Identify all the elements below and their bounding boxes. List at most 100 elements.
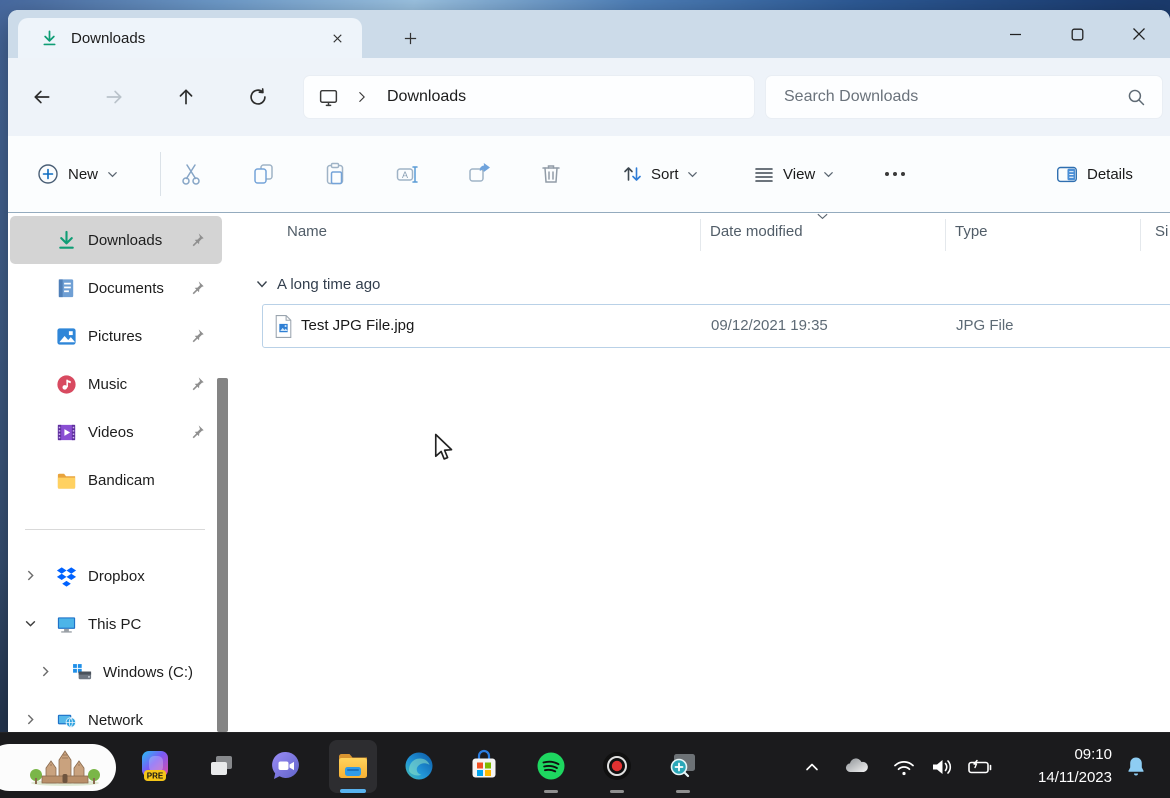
refresh-button[interactable]	[240, 80, 276, 114]
column-header-type[interactable]: Type	[955, 223, 988, 240]
spotify-icon[interactable]	[531, 746, 571, 786]
volume-icon[interactable]	[926, 752, 958, 782]
search-icon[interactable]	[1127, 88, 1146, 107]
folder-icon	[55, 469, 78, 492]
notification-bell-icon[interactable]	[1120, 752, 1152, 782]
rename-button[interactable]: A	[385, 152, 429, 196]
edge-icon[interactable]	[399, 746, 439, 786]
sidebar-item-label: Documents	[88, 279, 164, 297]
sidebar-item-label: Pictures	[88, 327, 143, 345]
file-explorer-active-indicator	[340, 789, 366, 793]
chevron-down-icon	[686, 168, 699, 181]
column-separator[interactable]	[945, 219, 946, 251]
file-name[interactable]: Test JPG File.jpg	[301, 317, 414, 334]
chevron-right-icon[interactable]	[39, 665, 52, 678]
group-header[interactable]: A long time ago	[255, 270, 380, 298]
column-header-date-modified[interactable]: Date modified	[710, 223, 803, 240]
delete-button[interactable]	[529, 152, 573, 196]
downloads-icon	[40, 29, 59, 48]
widgets-weather-illustration	[30, 749, 100, 786]
sidebar-item-dropbox[interactable]: Dropbox	[10, 552, 222, 600]
copilot-badge: PRE	[147, 772, 164, 781]
sidebar-item-downloads[interactable]: Downloads	[10, 216, 222, 264]
sidebar-item-bandicam[interactable]: Bandicam	[10, 456, 222, 504]
back-button[interactable]	[24, 80, 60, 114]
wifi-icon[interactable]	[888, 752, 920, 782]
column-separator[interactable]	[700, 219, 701, 251]
microsoft-store-icon[interactable]	[464, 746, 504, 786]
sidebar-scrollbar[interactable]	[217, 378, 228, 732]
column-header-size[interactable]: Si	[1155, 223, 1168, 240]
cut-button[interactable]	[169, 152, 213, 196]
navigation-bar: Downloads	[8, 58, 1170, 136]
zoomit-icon[interactable]	[663, 746, 703, 786]
command-toolbar: New A Sort View Details	[8, 136, 1170, 213]
up-button[interactable]	[168, 80, 204, 114]
address-bar[interactable]: Downloads	[303, 75, 755, 119]
minimize-button[interactable]	[984, 10, 1046, 58]
sidebar-item-music[interactable]: Music	[10, 360, 222, 408]
clock-date: 14/11/2023	[1038, 769, 1112, 786]
copilot-preview-icon[interactable]: PRE	[135, 746, 175, 786]
toolbar-divider	[160, 152, 161, 196]
new-button[interactable]: New	[28, 136, 127, 212]
onedrive-icon[interactable]	[840, 752, 872, 782]
taskbar-clock[interactable]: 09:10 14/11/2023	[1000, 743, 1112, 789]
breadcrumb-chevron-icon	[355, 90, 369, 104]
search-input[interactable]	[784, 88, 1127, 106]
column-header-name[interactable]: Name	[287, 223, 327, 240]
view-list-icon	[752, 162, 776, 186]
paste-button[interactable]	[313, 152, 357, 196]
sidebar-item-network[interactable]: Network	[10, 696, 222, 732]
file-list-pane: Name Date modified Type Si A long time a…	[240, 213, 1170, 732]
battery-icon[interactable]	[964, 752, 996, 782]
bandicam-record-icon[interactable]	[597, 746, 637, 786]
more-options-button[interactable]	[873, 152, 917, 196]
chevron-down-icon[interactable]	[255, 277, 269, 291]
sidebar-item-label: Network	[88, 711, 144, 729]
svg-text:A: A	[402, 170, 408, 180]
column-separator[interactable]	[1140, 219, 1141, 251]
file-date-modified: 09/12/2021 19:35	[711, 317, 828, 334]
sort-ascending-icon	[816, 212, 829, 221]
details-button-label: Details	[1087, 165, 1133, 183]
sidebar-item-documents[interactable]: Documents	[10, 264, 222, 312]
view-button[interactable]: View	[742, 136, 845, 212]
maximize-button[interactable]	[1046, 10, 1108, 58]
file-explorer-icon[interactable]	[333, 746, 373, 786]
chevron-right-icon[interactable]	[24, 713, 37, 726]
copy-button[interactable]	[241, 152, 285, 196]
details-button[interactable]: Details	[1044, 136, 1143, 212]
jpg-file-icon	[273, 314, 294, 339]
breadcrumb[interactable]: Downloads	[387, 88, 466, 106]
widgets-button[interactable]	[0, 744, 116, 791]
sidebar-item-windows-c[interactable]: Windows (C:)	[10, 648, 222, 696]
file-row[interactable]: Test JPG File.jpg 09/12/2021 19:35 JPG F…	[262, 304, 1170, 348]
sort-button[interactable]: Sort	[610, 136, 709, 212]
sidebar-item-this-pc[interactable]: This PC	[10, 600, 222, 648]
close-button[interactable]	[1108, 10, 1170, 58]
mouse-cursor	[432, 433, 456, 463]
tray-overflow-chevron-icon[interactable]	[796, 752, 828, 782]
tab-downloads[interactable]: Downloads	[18, 18, 362, 58]
sidebar-item-label: Downloads	[88, 231, 163, 249]
sidebar-item-pictures[interactable]: Pictures	[10, 312, 222, 360]
chevron-right-icon[interactable]	[24, 569, 37, 582]
chat-icon[interactable]	[266, 746, 306, 786]
task-view-icon[interactable]	[201, 746, 241, 786]
window-controls	[984, 10, 1170, 58]
clock-time: 09:10	[1074, 746, 1112, 763]
plus-circle-icon	[36, 162, 60, 186]
search-box[interactable]	[765, 75, 1163, 119]
new-button-label: New	[68, 165, 99, 183]
sidebar-item-label: Dropbox	[88, 567, 145, 585]
share-button[interactable]	[457, 152, 501, 196]
chevron-down-icon[interactable]	[24, 617, 37, 630]
tab-close-icon[interactable]	[324, 25, 350, 51]
dropbox-icon	[55, 565, 78, 588]
new-tab-button[interactable]	[396, 25, 424, 51]
chevron-down-icon	[822, 168, 835, 181]
sidebar-item-videos[interactable]: Videos	[10, 408, 222, 456]
zoomit-running-indicator	[676, 790, 690, 793]
forward-button[interactable]	[96, 80, 132, 114]
